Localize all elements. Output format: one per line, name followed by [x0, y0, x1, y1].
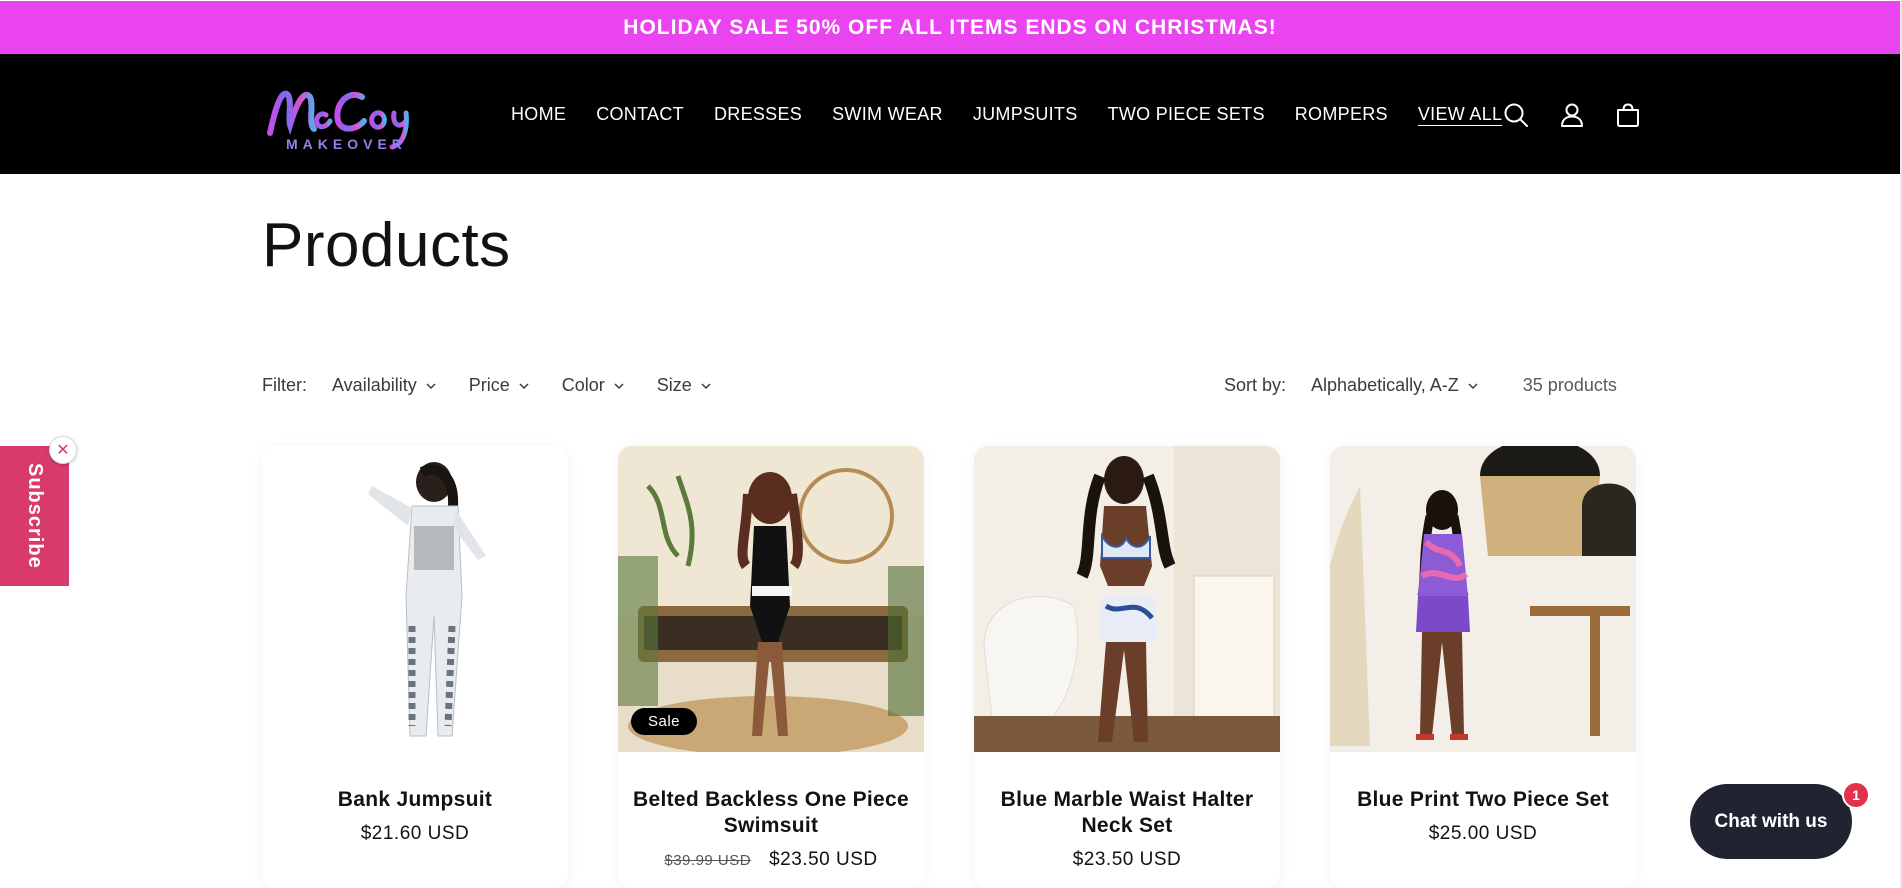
product-price-value: $25.00 USD — [1428, 823, 1538, 844]
filter-size-label: Size — [656, 375, 692, 395]
product-price-value: $23.50 USD — [769, 849, 878, 870]
product-price: $21.60 USD — [262, 823, 568, 845]
main-nav: HOME CONTACT DRESSES SWIM WEAR JUMPSUITS… — [511, 102, 1502, 126]
product-title[interactable]: Blue Print Two Piece Set — [1340, 787, 1626, 813]
product-title[interactable]: Belted Backless One Piece Swimsuit — [628, 787, 914, 839]
product-card[interactable]: Sale Belted Backless One Piece Swimsuit … — [618, 446, 924, 888]
chat-widget-button[interactable]: Chat with us — [1690, 784, 1852, 859]
filter-color-label: Color — [561, 375, 605, 395]
sale-badge: Sale — [631, 708, 698, 735]
product-image[interactable] — [1330, 446, 1636, 752]
filter-availability[interactable]: Availability — [332, 375, 436, 396]
chat-unread-badge: 1 — [1842, 781, 1870, 809]
cart-icon[interactable] — [1611, 98, 1645, 132]
product-price-value: $21.60 USD — [360, 823, 470, 844]
sort-bar: Sort by: Alphabetically, A-Z 35 products — [1224, 375, 1617, 396]
product-price: $39.99 USD $23.50 USD — [618, 849, 924, 871]
product-card[interactable]: Bank Jumpsuit $21.60 USD — [262, 446, 568, 888]
announcement-text: HOLIDAY SALE 50% OFF ALL ITEMS ENDS ON C… — [623, 15, 1277, 39]
product-compare-price: $39.99 USD — [664, 852, 752, 869]
product-price: $25.00 USD — [1330, 823, 1636, 845]
nav-dresses[interactable]: DRESSES — [714, 102, 802, 126]
chevron-down-icon — [519, 381, 529, 391]
nav-home[interactable]: HOME — [511, 102, 566, 126]
filter-color[interactable]: Color — [562, 375, 624, 396]
nav-two-piece-sets[interactable]: TWO PIECE SETS — [1108, 102, 1265, 126]
filter-size[interactable]: Size — [657, 375, 711, 396]
product-image[interactable] — [262, 446, 568, 752]
product-price-value: $23.50 USD — [1072, 849, 1182, 870]
product-price: $23.50 USD — [974, 849, 1280, 871]
chevron-down-icon — [614, 381, 624, 391]
filter-price-label: Price — [468, 375, 510, 395]
nav-jumpsuits[interactable]: JUMPSUITS — [973, 102, 1078, 126]
sort-value: Alphabetically, A-Z — [1311, 375, 1459, 395]
chat-label: Chat with us — [1714, 810, 1828, 832]
nav-rompers[interactable]: ROMPERS — [1295, 102, 1388, 126]
filter-price[interactable]: Price — [469, 375, 529, 396]
product-grid: Bank Jumpsuit $21.60 USD Sale Belted Bac… — [262, 446, 1638, 888]
account-icon[interactable] — [1555, 98, 1589, 132]
nav-swim-wear[interactable]: SWIM WEAR — [832, 102, 943, 126]
sort-select[interactable]: Alphabetically, A-Z — [1311, 375, 1478, 396]
nav-contact[interactable]: CONTACT — [596, 102, 684, 126]
product-title[interactable]: Blue Marble Waist Halter Neck Set — [984, 787, 1270, 839]
filter-bar: Filter: Availability Price Color Size — [262, 375, 744, 396]
product-title[interactable]: Bank Jumpsuit — [272, 787, 558, 813]
search-icon[interactable] — [1499, 98, 1533, 132]
site-header: MAKEOVER HOME CONTACT DRESSES SWIM WEAR … — [0, 54, 1900, 174]
product-image[interactable] — [974, 446, 1280, 752]
filter-label: Filter: — [262, 375, 307, 395]
logo-subtitle: MAKEOVER — [286, 136, 407, 152]
chevron-down-icon — [701, 381, 711, 391]
close-icon[interactable]: ✕ — [49, 436, 77, 464]
announcement-bar: HOLIDAY SALE 50% OFF ALL ITEMS ENDS ON C… — [0, 1, 1900, 54]
page-title: Products — [262, 211, 511, 280]
nav-view-all[interactable]: VIEW ALL — [1418, 102, 1502, 126]
subscribe-tab[interactable]: Subscribe — [0, 446, 69, 586]
filter-availability-label: Availability — [332, 375, 417, 395]
chevron-down-icon — [426, 381, 436, 391]
chevron-down-icon — [1468, 381, 1478, 391]
subscribe-label: Subscribe — [24, 463, 46, 569]
product-image[interactable]: Sale — [618, 446, 924, 752]
product-card[interactable]: Blue Marble Waist Halter Neck Set $23.50… — [974, 446, 1280, 888]
product-card[interactable]: Blue Print Two Piece Set $25.00 USD — [1330, 446, 1636, 888]
product-count: 35 products — [1522, 375, 1617, 395]
sort-label: Sort by: — [1224, 375, 1287, 395]
header-icons — [1499, 98, 1667, 132]
